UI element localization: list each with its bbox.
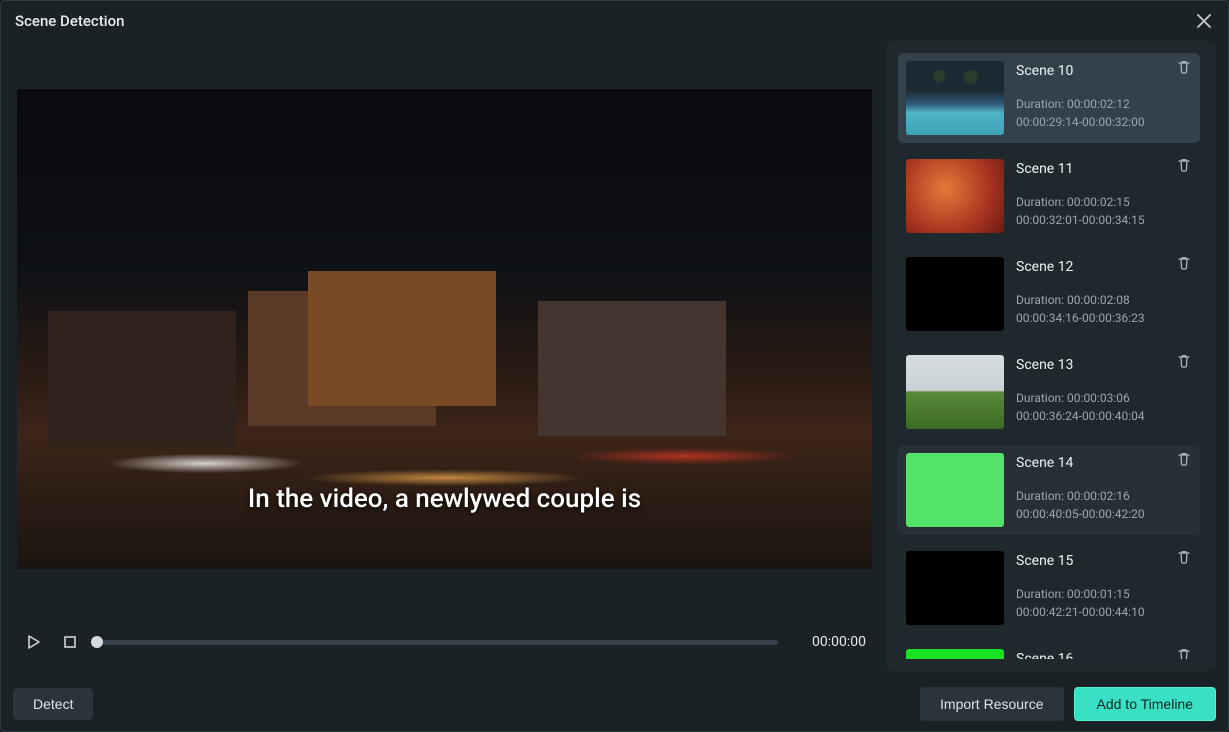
stop-button[interactable] — [61, 633, 79, 651]
trash-icon — [1176, 255, 1192, 275]
scene-thumbnail[interactable] — [906, 649, 1004, 659]
scene-item[interactable]: Scene 13 Duration: 00:00:03:06 00:00:36:24… — [898, 347, 1200, 437]
trash-icon — [1176, 647, 1192, 659]
scene-duration: Duration: 00:00:02:16 — [1016, 489, 1192, 503]
scene-range: 00:00:40:05-00:00:42:20 — [1016, 507, 1192, 521]
delete-scene-button[interactable] — [1174, 549, 1194, 569]
detect-button[interactable]: Detect — [13, 688, 93, 720]
scene-title: Scene 16 — [1016, 651, 1192, 659]
play-icon — [26, 634, 42, 650]
scene-item[interactable]: Scene 12 Duration: 00:00:02:08 00:00:34:16… — [898, 249, 1200, 339]
add-to-timeline-button[interactable]: Add to Timeline — [1074, 687, 1217, 721]
trash-icon — [1176, 451, 1192, 471]
footer: Detect Import Resource Add to Timeline — [1, 679, 1228, 731]
scene-range: 00:00:42:21-00:00:44:10 — [1016, 605, 1192, 619]
scene-info: Scene 10 Duration: 00:00:02:12 00:00:29:14… — [1016, 61, 1192, 135]
delete-scene-button[interactable] — [1174, 647, 1194, 659]
trash-icon — [1176, 59, 1192, 79]
close-button[interactable] — [1194, 11, 1214, 31]
scene-title: Scene 11 — [1016, 161, 1192, 177]
video-preview[interactable]: In the video, a newlywed couple is — [17, 89, 872, 569]
scene-thumbnail[interactable] — [906, 551, 1004, 625]
stop-icon — [63, 635, 77, 649]
scene-info: Scene 14 Duration: 00:00:02:16 00:00:40:05… — [1016, 453, 1192, 527]
player-controls: 00:00:00 — [13, 613, 876, 671]
scene-title: Scene 13 — [1016, 357, 1192, 373]
delete-scene-button[interactable] — [1174, 451, 1194, 471]
video-caption: In the video, a newlywed couple is — [17, 484, 872, 514]
import-resource-button[interactable]: Import Resource — [920, 687, 1063, 721]
scene-title: Scene 14 — [1016, 455, 1192, 471]
scene-range: 00:00:29:14-00:00:32:00 — [1016, 115, 1192, 129]
footer-right: Import Resource Add to Timeline — [920, 687, 1216, 721]
scene-thumbnail[interactable] — [906, 61, 1004, 135]
scene-duration: Duration: 00:00:02:08 — [1016, 293, 1192, 307]
seek-track[interactable] — [97, 640, 778, 645]
scene-range: 00:00:34:16-00:00:36:23 — [1016, 311, 1192, 325]
titlebar: Scene Detection — [1, 1, 1228, 41]
scene-info: Scene 13 Duration: 00:00:03:06 00:00:36:24… — [1016, 355, 1192, 429]
play-button[interactable] — [25, 633, 43, 651]
scene-duration: Duration: 00:00:02:15 — [1016, 195, 1192, 209]
delete-scene-button[interactable] — [1174, 59, 1194, 79]
scene-duration: Duration: 00:00:03:06 — [1016, 391, 1192, 405]
scene-thumbnail[interactable] — [906, 355, 1004, 429]
seek-bar[interactable] — [97, 640, 778, 645]
preview-wrap: In the video, a newlywed couple is — [13, 41, 876, 613]
scene-title: Scene 10 — [1016, 63, 1192, 79]
scene-panel: Scene 10 Duration: 00:00:02:12 00:00:29:14… — [886, 41, 1216, 671]
scene-info: Scene 16 — [1016, 649, 1192, 659]
scene-item[interactable]: Scene 15 Duration: 00:00:01:15 00:00:42:21… — [898, 543, 1200, 633]
scene-item[interactable]: Scene 16 — [898, 641, 1200, 659]
scene-thumbnail[interactable] — [906, 257, 1004, 331]
scene-item[interactable]: Scene 10 Duration: 00:00:02:12 00:00:29:14… — [898, 53, 1200, 143]
scene-item[interactable]: Scene 14 Duration: 00:00:02:16 00:00:40:05… — [898, 445, 1200, 535]
preview-column: In the video, a newlywed couple is 00:00… — [13, 41, 876, 671]
scene-info: Scene 12 Duration: 00:00:02:08 00:00:34:16… — [1016, 257, 1192, 331]
scene-list[interactable]: Scene 10 Duration: 00:00:02:12 00:00:29:14… — [898, 53, 1212, 659]
scene-info: Scene 11 Duration: 00:00:02:15 00:00:32:01… — [1016, 159, 1192, 233]
scene-thumbnail[interactable] — [906, 453, 1004, 527]
trash-icon — [1176, 353, 1192, 373]
scene-detection-window: Scene Detection In the video, a newlywed… — [0, 0, 1229, 732]
close-icon — [1197, 14, 1211, 28]
scene-info: Scene 15 Duration: 00:00:01:15 00:00:42:21… — [1016, 551, 1192, 625]
scene-duration: Duration: 00:00:01:15 — [1016, 587, 1192, 601]
seek-thumb[interactable] — [91, 636, 103, 648]
delete-scene-button[interactable] — [1174, 157, 1194, 177]
window-title: Scene Detection — [15, 12, 124, 30]
scene-range: 00:00:32:01-00:00:34:15 — [1016, 213, 1192, 227]
trash-icon — [1176, 157, 1192, 177]
delete-scene-button[interactable] — [1174, 353, 1194, 373]
scene-item[interactable]: Scene 11 Duration: 00:00:02:15 00:00:32:01… — [898, 151, 1200, 241]
scene-duration: Duration: 00:00:02:12 — [1016, 97, 1192, 111]
trash-icon — [1176, 549, 1192, 569]
scene-title: Scene 15 — [1016, 553, 1192, 569]
scene-range: 00:00:36:24-00:00:40:04 — [1016, 409, 1192, 423]
content-area: In the video, a newlywed couple is 00:00… — [1, 41, 1228, 679]
timecode: 00:00:00 — [796, 634, 866, 650]
scene-thumbnail[interactable] — [906, 159, 1004, 233]
scene-title: Scene 12 — [1016, 259, 1192, 275]
delete-scene-button[interactable] — [1174, 255, 1194, 275]
